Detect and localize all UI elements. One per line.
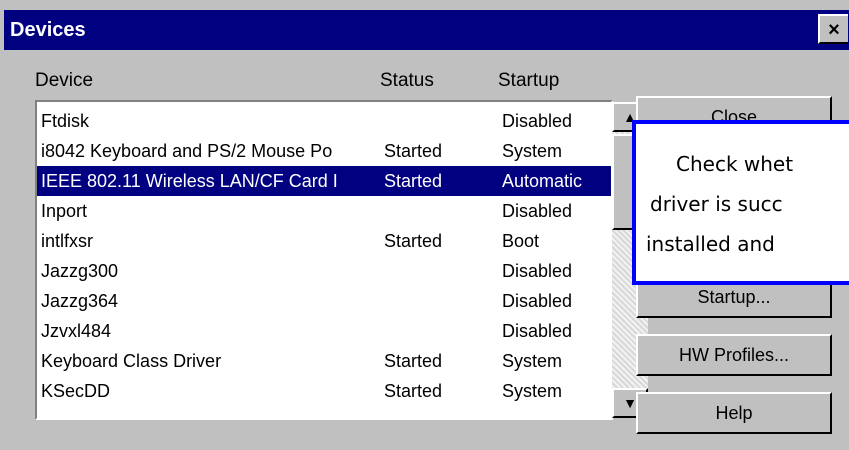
device-status: Started [384,351,443,371]
device-startup: Disabled [502,321,573,341]
device-startup: System [502,351,563,371]
device-status: Started [384,381,443,401]
callout-line-3: installed and [646,232,775,256]
device-name: Keyboard Class Driver [41,351,222,371]
device-name: i8042 Keyboard and PS/2 Mouse Po [41,141,333,161]
callout-line-1: Check whet [676,152,794,176]
device-name: Jzvxl484 [41,321,112,341]
device-name: Ftdisk [41,111,90,131]
annotation-callout: Check whet driver is succ installed and [632,120,849,285]
devices-dialog: Devices × Device Status Startup Ftdisk D… [0,0,849,450]
title-bar: Devices [4,10,849,50]
list-item[interactable]: KSecDD Started System [37,376,611,406]
device-name: Inport [41,201,88,221]
list-item[interactable]: Keyboard Class Driver Started System [37,346,611,376]
hw-profiles-button[interactable]: HW Profiles... [636,334,832,376]
device-status: Started [384,231,443,251]
close-icon[interactable]: × [818,14,848,44]
list-item[interactable]: i8042 Keyboard and PS/2 Mouse Po Started… [37,136,611,166]
device-startup: Disabled [502,261,573,281]
device-startup: Disabled [502,111,573,131]
callout-line-2: driver is succ [650,192,783,216]
list-item-selected[interactable]: IEEE 802.11 Wireless LAN/CF Card I Start… [37,166,611,196]
device-name: intlfxsr [41,231,94,251]
list-item[interactable]: Inport Disabled [37,196,611,226]
device-startup: System [502,381,563,401]
device-status: Started [384,141,443,161]
device-startup: Boot [502,231,540,251]
device-name: Jazzg364 [41,291,119,311]
device-name: IEEE 802.11 Wireless LAN/CF Card I [41,171,338,191]
device-startup: Disabled [502,291,573,311]
list-item[interactable]: intlfxsr Started Boot [37,226,611,256]
list-item[interactable]: Jzvxl484 Disabled [37,316,611,346]
device-list[interactable]: Ftdisk Disabled i8042 Keyboard and PS/2 … [35,100,648,420]
column-header-device[interactable]: Device [35,70,93,92]
list-item[interactable]: Jazzg364 Disabled [37,286,611,316]
device-name: Jazzg300 [41,261,119,281]
device-startup: Automatic [502,171,583,191]
list-item[interactable]: Ftdisk Disabled [37,106,611,136]
device-startup: System [502,141,563,161]
window-title: Devices [10,19,86,41]
column-header-startup[interactable]: Startup [498,70,559,92]
help-button[interactable]: Help [636,392,832,434]
list-item[interactable]: Jazzg300 Disabled [37,256,611,286]
device-name: KSecDD [41,381,111,401]
device-startup: Disabled [502,201,573,221]
column-header-status[interactable]: Status [380,70,434,92]
device-status: Started [384,171,443,191]
